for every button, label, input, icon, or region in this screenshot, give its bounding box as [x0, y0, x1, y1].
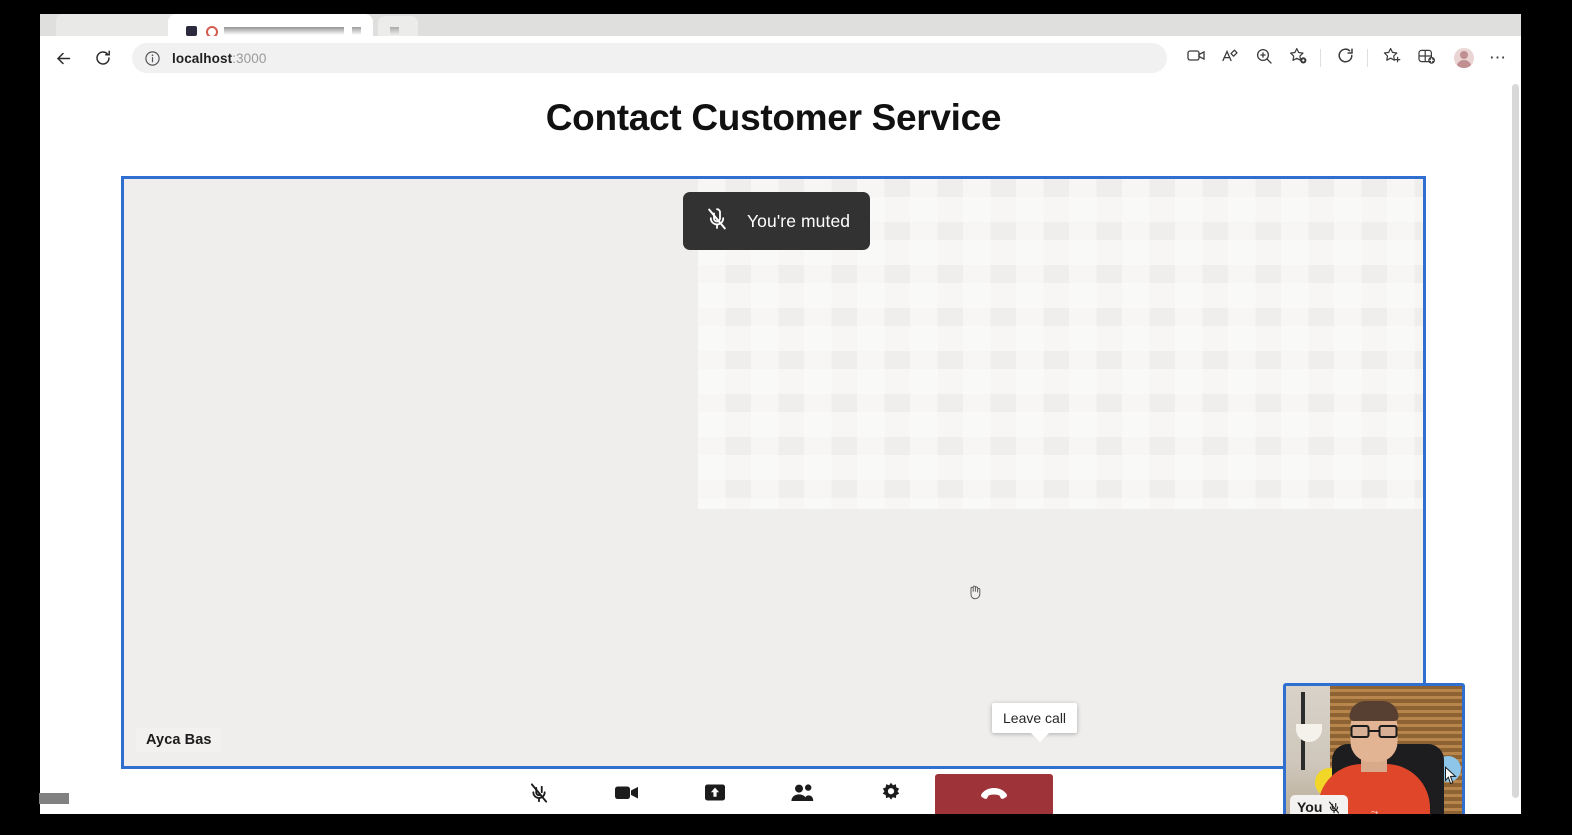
gear-icon: [880, 782, 902, 804]
active-tab-title: [224, 27, 344, 35]
muted-banner-label: You're muted: [747, 210, 851, 231]
back-button[interactable]: [46, 41, 80, 75]
camera-button-label: Turn off: [606, 812, 647, 814]
url-host: localhost: [172, 50, 233, 66]
remote-participant-name: Ayca Bas: [136, 728, 222, 752]
grab-cursor-icon: [967, 583, 983, 600]
toolbar-icon-group: ⋯: [1177, 43, 1521, 73]
leave-call-tooltip: Leave call: [992, 703, 1078, 742]
page-title: Contact Customer Service: [545, 97, 1002, 138]
toolbar-divider: [1320, 49, 1321, 67]
leave-call-button[interactable]: Leave call: [934, 774, 1053, 814]
profile-avatar: [1454, 48, 1474, 68]
browser-toolbar: localhost:3000 ⋯: [40, 36, 1521, 80]
browser-settings-more-button[interactable]: ⋯: [1483, 43, 1513, 73]
settings-button-label: Device: [872, 813, 909, 814]
browser-status-chip: [39, 793, 69, 804]
browser-window: localhost:3000 ⋯ Contact Customer Servic…: [40, 14, 1521, 814]
add-favorite-button[interactable]: [1377, 43, 1407, 73]
collections-button[interactable]: [1411, 43, 1441, 73]
plus-icon: [390, 27, 399, 35]
page-viewport: Contact Customer Service You're muted Ay…: [40, 80, 1521, 814]
browser-settings-more-icon: ⋯: [1489, 48, 1507, 67]
url-port: :3000: [232, 50, 267, 66]
back-arrow-icon: [54, 49, 73, 68]
copilot-button[interactable]: [1330, 43, 1360, 73]
people-icon: [790, 782, 815, 803]
participants-button-label: Participants: [771, 812, 834, 814]
camera-button[interactable]: Turn off: [583, 774, 671, 814]
scrollbar-thumb[interactable]: [1512, 84, 1519, 798]
tab-favicon-icon: [186, 26, 197, 36]
settings-button[interactable]: Device: [847, 774, 935, 814]
favorites-settings-button[interactable]: [1283, 43, 1313, 73]
page-scrollbar[interactable]: [1510, 80, 1521, 814]
main-video-stage[interactable]: You're muted Ayca Bas: [121, 176, 1426, 769]
eyeglasses: [1350, 725, 1398, 738]
browser-tab-strip[interactable]: [40, 14, 1521, 38]
screen-capture-button[interactable]: [1181, 43, 1211, 73]
hang-up-phone-icon: [980, 782, 1008, 803]
microphone-muted-icon: [528, 782, 550, 804]
share-screen-icon: [704, 782, 726, 803]
screenshot-root: localhost:3000 ⋯ Contact Customer Servic…: [0, 0, 1572, 835]
call-control-bar: Unmute Turn off: [40, 774, 1507, 814]
info-circle-icon[interactable]: [144, 50, 161, 67]
muted-banner: You're muted: [683, 192, 870, 250]
microphone-muted-icon: [705, 206, 729, 237]
read-aloud-icon: [1221, 48, 1239, 69]
share-screen-button[interactable]: Present: [671, 774, 759, 814]
screen-capture-icon: [1186, 48, 1206, 68]
url-text: localhost:3000: [172, 51, 266, 66]
tab-close-icon[interactable]: [352, 27, 361, 35]
read-aloud-button[interactable]: [1215, 43, 1245, 73]
leave-call-button-label: Leave call: [966, 812, 1020, 814]
mute-button[interactable]: Unmute: [495, 774, 583, 814]
participants-button[interactable]: Participants: [759, 774, 847, 814]
add-favorite-icon: [1383, 47, 1402, 70]
address-bar[interactable]: localhost:3000: [132, 43, 1167, 73]
share-screen-button-label: Present: [694, 812, 735, 814]
collections-icon: [1417, 47, 1436, 70]
favorites-settings-icon: [1289, 47, 1308, 70]
reload-button[interactable]: [86, 41, 120, 75]
reload-icon: [94, 49, 112, 67]
search-zoom-button[interactable]: [1249, 43, 1279, 73]
person-hair: [1349, 701, 1399, 721]
search-zoom-icon: [1255, 47, 1273, 70]
toolbar-divider: [1367, 49, 1368, 67]
profile-button[interactable]: [1449, 43, 1479, 73]
mute-button-label: Unmute: [517, 813, 559, 814]
copilot-icon: [1336, 46, 1355, 70]
video-camera-icon: [614, 782, 640, 803]
